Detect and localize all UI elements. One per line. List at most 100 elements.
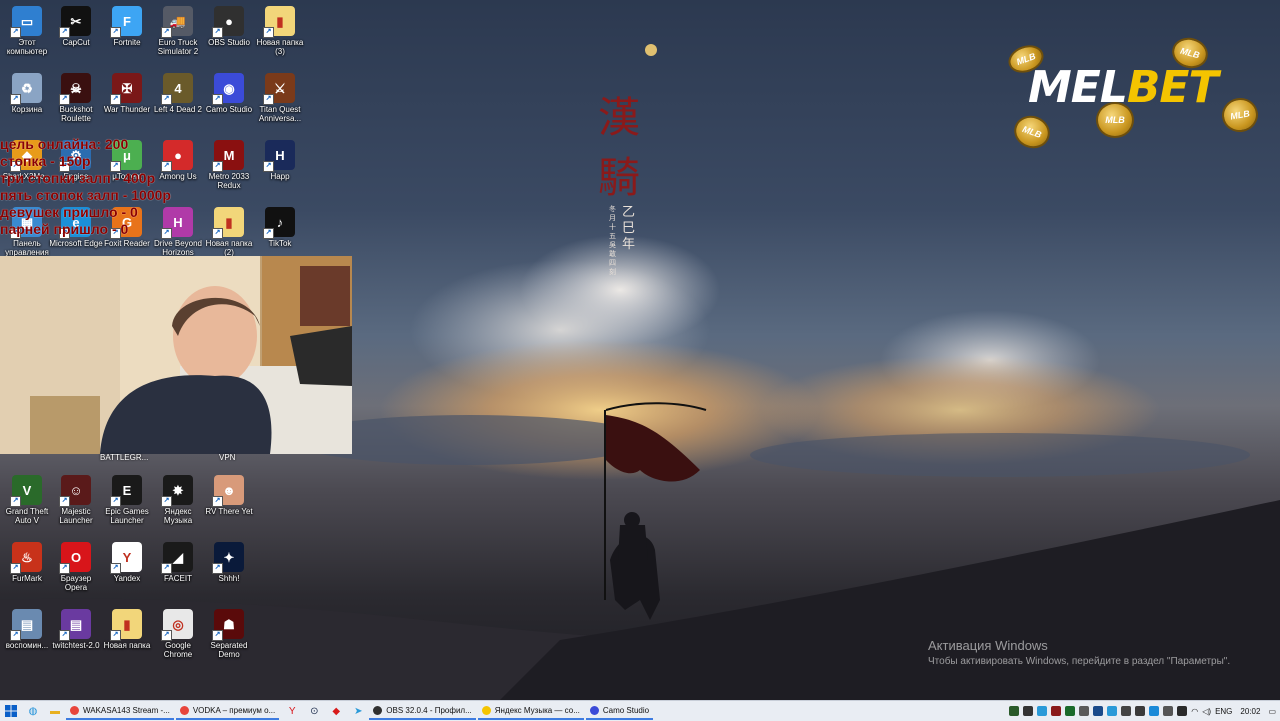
desktop-icon[interactable]: ☠ ↗ Buckshot Roulette bbox=[49, 71, 103, 123]
shortcut-arrow-icon: ↗ bbox=[10, 27, 21, 38]
tray-app-icon[interactable] bbox=[1177, 706, 1188, 716]
desktop-icon-label: War Thunder bbox=[103, 105, 151, 114]
notifications-icon[interactable]: ▭ bbox=[1268, 707, 1276, 716]
desktop-icon[interactable]: ▭ ↗ Этот компьютер bbox=[0, 4, 54, 56]
desktop-icon[interactable]: ✂ ↗ CapCut bbox=[49, 4, 103, 47]
desktop-icon[interactable]: F ↗ Fortnite bbox=[100, 4, 154, 47]
desktop-icon[interactable]: H ↗ Happ bbox=[253, 138, 307, 181]
desktop-icon[interactable]: ☺ ↗ Majestic Launcher bbox=[49, 473, 103, 525]
desktop-icon[interactable]: ◢ ↗ FACEIT bbox=[151, 540, 205, 583]
shortcut-arrow-icon: ↗ bbox=[110, 27, 121, 38]
desktop-icon-label: Separated Demo bbox=[210, 641, 248, 659]
tray-app-icon[interactable] bbox=[1149, 706, 1160, 716]
shortcut-arrow-icon: ↗ bbox=[59, 94, 70, 105]
tray-app-icon[interactable] bbox=[1065, 706, 1076, 716]
shortcut-arrow-icon: ↗ bbox=[161, 27, 172, 38]
clock[interactable]: 20:02 bbox=[1240, 707, 1260, 716]
app-icon: ◉ ↗ bbox=[212, 73, 244, 105]
tray-app-icon[interactable] bbox=[1163, 706, 1174, 716]
shortcut-arrow-icon: ↗ bbox=[161, 630, 172, 641]
app-icon: H ↗ bbox=[263, 140, 295, 172]
pinned-explorer-icon[interactable]: ▬ bbox=[46, 702, 64, 720]
shortcut-arrow-icon: ↗ bbox=[59, 630, 70, 641]
shortcut-arrow-icon: ↗ bbox=[10, 630, 21, 641]
desktop-icon[interactable]: ▮ ↗ Новая папка (3) bbox=[253, 4, 307, 56]
app-icon: ☗ ↗ bbox=[212, 609, 244, 641]
tray-app-icon[interactable] bbox=[1093, 706, 1104, 716]
desktop-icon-label: Euro Truck Simulator 2 bbox=[157, 38, 199, 56]
pinned-steam-icon[interactable]: ⊙ bbox=[305, 702, 323, 720]
desktop-icon[interactable]: ✦ ↗ Shhh! bbox=[202, 540, 256, 583]
tray-app-icon[interactable] bbox=[1023, 706, 1034, 716]
desktop-icon-label: OBS Studio bbox=[208, 38, 250, 47]
desktop-icon-label: Корзина bbox=[11, 105, 43, 114]
app-icon: ✠ ↗ bbox=[110, 73, 142, 105]
system-tray: ◠ ◁) ENG 20:02 ▭ bbox=[1007, 701, 1280, 721]
desktop-icon-label: Metro 2033 Redux bbox=[208, 172, 250, 190]
taskbar-window-obs[interactable]: OBS 32.0.4 - Профил... bbox=[369, 702, 476, 720]
app-icon: ☠ ↗ bbox=[59, 73, 91, 105]
desktop-icon[interactable]: ● ↗ OBS Studio bbox=[202, 4, 256, 47]
desktop-icon[interactable]: ▮ ↗ Новая папка (2) bbox=[202, 205, 256, 257]
app-icon: ⚔ ↗ bbox=[263, 73, 295, 105]
desktop-icon-label: Majestic Launcher bbox=[59, 507, 93, 525]
desktop-icon[interactable]: 4 ↗ Left 4 Dead 2 bbox=[151, 71, 205, 114]
desktop-icon[interactable]: ▤ ↗ twitchtest-2.0 bbox=[49, 607, 103, 650]
tray-app-icon[interactable] bbox=[1107, 706, 1118, 716]
tray-app-icon[interactable] bbox=[1051, 706, 1062, 716]
desktop-icon-label: Grand Theft Auto V bbox=[5, 507, 49, 525]
activation-title: Активация Windows bbox=[928, 638, 1048, 653]
desktop-icon[interactable]: M ↗ Metro 2033 Redux bbox=[202, 138, 256, 190]
desktop-icon-label: RV There Yet bbox=[205, 507, 253, 516]
pinned-app-icon[interactable]: ◆ bbox=[327, 702, 345, 720]
pinned-yandex-icon[interactable]: Y bbox=[283, 702, 301, 720]
desktop-icon[interactable]: Y ↗ Yandex bbox=[100, 540, 154, 583]
app-icon: 🚚 ↗ bbox=[161, 6, 193, 38]
wifi-icon[interactable]: ◠ bbox=[1191, 707, 1198, 716]
obs-icon bbox=[373, 705, 383, 715]
tray-app-icon[interactable] bbox=[1009, 706, 1020, 716]
desktop-icon-label: Fortnite bbox=[113, 38, 141, 47]
stream-overlay-text: цель онлайна: 200 стопка - 150р три стоп… bbox=[0, 136, 171, 238]
desktop-icon[interactable]: O ↗ Браузер Opera bbox=[49, 540, 103, 592]
desktop-icon[interactable]: ▮ ↗ Новая папка bbox=[100, 607, 154, 650]
desktop-icon[interactable]: ♻ ↗ Корзина bbox=[0, 71, 54, 114]
desktop-icon[interactable]: ▤ ↗ воспомин... bbox=[0, 607, 54, 650]
desktop-icon-label: Camo Studio bbox=[205, 105, 253, 114]
start-button[interactable] bbox=[2, 702, 20, 720]
desktop-icon[interactable]: ✠ ↗ War Thunder bbox=[100, 71, 154, 114]
taskbar-window-chrome-2[interactable]: VODKA – премиум о... bbox=[175, 702, 280, 720]
icon-label: VPN bbox=[219, 453, 236, 462]
desktop-icon[interactable]: ⚔ ↗ Titan Quest Anniversa... bbox=[253, 71, 307, 123]
tray-app-icon[interactable] bbox=[1135, 706, 1146, 716]
tray-app-icon[interactable] bbox=[1037, 706, 1048, 716]
pinned-telegram-icon[interactable]: ➤ bbox=[349, 702, 367, 720]
shortcut-arrow-icon: ↗ bbox=[59, 563, 70, 574]
windows-icon bbox=[5, 705, 17, 717]
language-indicator[interactable]: ENG bbox=[1215, 707, 1232, 716]
tray-app-icon[interactable] bbox=[1079, 706, 1090, 716]
desktop-icon[interactable]: ☗ ↗ Separated Demo bbox=[202, 607, 256, 659]
desktop-icon[interactable]: 🚚 ↗ Euro Truck Simulator 2 bbox=[151, 4, 205, 56]
volume-icon[interactable]: ◁) bbox=[1202, 707, 1211, 716]
desktop-icon[interactable]: ♨ ↗ FurMark bbox=[0, 540, 54, 583]
taskbar-window-yandex-music[interactable]: Яндекс Музыка — со... bbox=[477, 702, 584, 720]
tray-app-icon[interactable] bbox=[1121, 706, 1132, 716]
taskbar-window-camo[interactable]: Camo Studio bbox=[585, 702, 654, 720]
app-icon: ● ↗ bbox=[212, 6, 244, 38]
shortcut-arrow-icon: ↗ bbox=[110, 496, 121, 507]
desktop-icon[interactable]: ✸ ↗ Яндекс Музыка bbox=[151, 473, 205, 525]
desktop-icon[interactable]: ◎ ↗ Google Chrome bbox=[151, 607, 205, 659]
taskbar-window-chrome-1[interactable]: WAKASA143 Stream -... bbox=[66, 702, 174, 720]
desktop-icon[interactable]: E ↗ Epic Games Launcher bbox=[100, 473, 154, 525]
pinned-edge-icon[interactable]: ◍ bbox=[24, 702, 42, 720]
shortcut-arrow-icon: ↗ bbox=[212, 563, 223, 574]
overlay-line: пять стопок залп - 1000р bbox=[0, 187, 171, 203]
desktop-icon-label: CapCut bbox=[62, 38, 90, 47]
desktop-icon-label: Панель управления bbox=[5, 239, 49, 257]
desktop-icon[interactable]: V ↗ Grand Theft Auto V bbox=[0, 473, 54, 525]
desktop-icon[interactable]: ☻ ↗ RV There Yet bbox=[202, 473, 256, 516]
app-icon: M ↗ bbox=[212, 140, 244, 172]
desktop-icon[interactable]: ◉ ↗ Camo Studio bbox=[202, 71, 256, 114]
desktop-icon[interactable]: ♪ ↗ TikTok bbox=[253, 205, 307, 248]
